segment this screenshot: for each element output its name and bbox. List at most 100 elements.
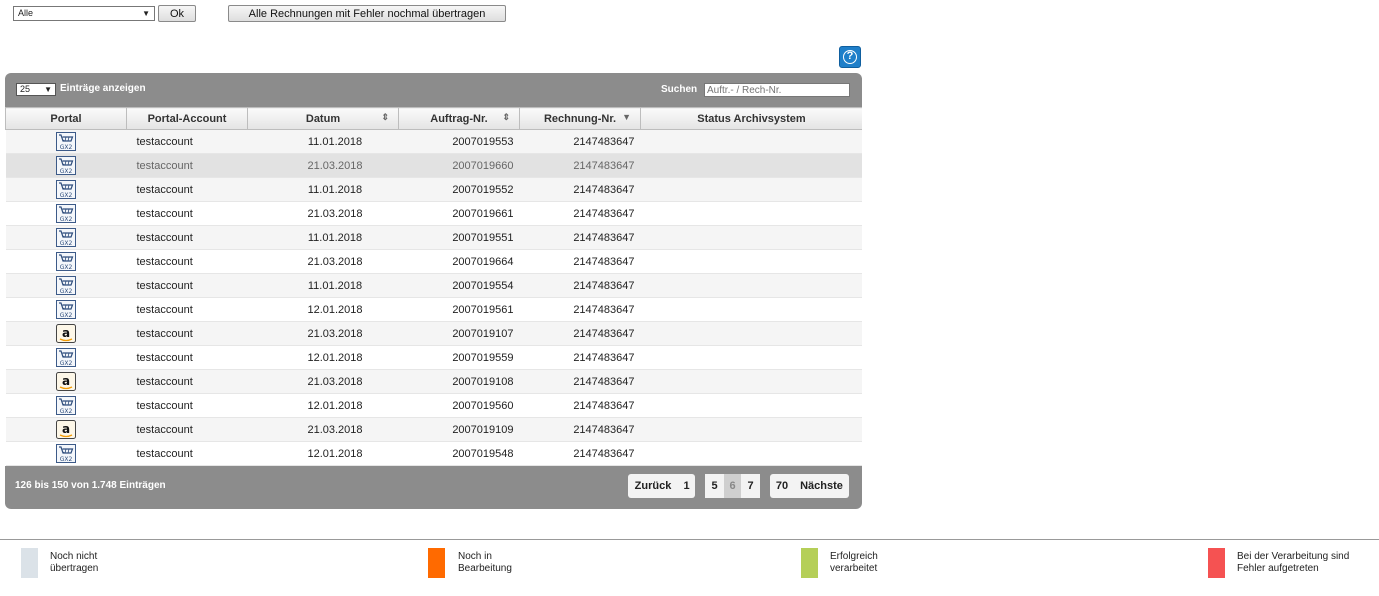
- svg-text:GX2: GX2: [60, 288, 73, 295]
- invoice-table-panel: 25 ▼ Einträge anzeigen Suchen Portal Por…: [5, 73, 862, 509]
- pagination-prev-button[interactable]: Zurück: [628, 474, 678, 498]
- table-row[interactable]: GX2 testaccount 21.03.2018 2007019661 214748…: [5, 201, 862, 226]
- date-cell: 11.01.2018: [247, 273, 399, 298]
- table-row[interactable]: GX2 testaccount 12.01.2018 2007019560 214748…: [5, 393, 862, 418]
- table-row[interactable]: GX2 testaccount 21.03.2018 2007019660 214748…: [5, 153, 862, 178]
- svg-text:GX2: GX2: [60, 216, 73, 223]
- archive-status-cell: [640, 153, 862, 178]
- invoice-number-cell: 2147483647: [519, 273, 641, 298]
- gx2-portal-icon: GX2: [56, 300, 76, 319]
- portal-cell: GX2: [5, 153, 127, 178]
- date-cell: 11.01.2018: [247, 177, 399, 202]
- invoice-number-cell: 2147483647: [519, 417, 641, 442]
- legend-label-error: Bei der Verarbeitung sind Fehler aufgetre…: [1237, 551, 1350, 574]
- column-header-invoice-number[interactable]: Rechnung-Nr. ▼: [519, 107, 641, 130]
- table-row[interactable]: GX2 testaccount 11.01.2018 2007019552 214748…: [5, 177, 862, 202]
- svg-text:GX2: GX2: [60, 312, 73, 319]
- gx2-portal-icon: GX2: [56, 276, 76, 295]
- gx2-portal-icon: GX2: [56, 444, 76, 463]
- portal-cell: a: [5, 369, 127, 394]
- archive-status-cell: [640, 273, 862, 298]
- table-row[interactable]: a testaccount 21.03.2018 2007019109 21474836…: [5, 417, 862, 442]
- amazon-portal-icon: a: [56, 372, 76, 391]
- table-row[interactable]: GX2 testaccount 21.03.2018 2007019664 214748…: [5, 249, 862, 274]
- order-number-cell: 2007019109: [398, 417, 520, 442]
- archive-status-cell: [640, 225, 862, 250]
- archive-status-cell: [640, 393, 862, 418]
- invoice-table: Portal Portal-Account Datum ⇕ Auftrag-Nr.…: [5, 107, 862, 466]
- portal-account-cell: testaccount: [126, 417, 248, 442]
- table-row[interactable]: GX2 testaccount 11.01.2018 2007019551 214748…: [5, 225, 862, 250]
- archive-status-cell: [640, 297, 862, 322]
- gx2-portal-icon: GX2: [56, 132, 76, 151]
- archive-status-cell: [640, 129, 862, 154]
- date-cell: 12.01.2018: [247, 393, 399, 418]
- column-header-order-number[interactable]: Auftrag-Nr. ⇕: [398, 107, 520, 130]
- table-row[interactable]: a testaccount 21.03.2018 2007019108 21474836…: [5, 369, 862, 394]
- svg-text:a: a: [62, 326, 70, 340]
- order-number-cell: 2007019560: [398, 393, 520, 418]
- table-row[interactable]: GX2 testaccount 12.01.2018 2007019559 214748…: [5, 345, 862, 370]
- portal-cell: GX2: [5, 201, 127, 226]
- svg-text:a: a: [62, 422, 70, 436]
- invoice-number-cell: 2147483647: [519, 321, 641, 346]
- search-input[interactable]: [704, 83, 850, 97]
- amazon-portal-icon: a: [56, 324, 76, 343]
- legend-swatch-in-progress: [428, 548, 445, 578]
- svg-text:GX2: GX2: [60, 456, 73, 463]
- table-row[interactable]: GX2 testaccount 12.01.2018 2007019561 214748…: [5, 297, 862, 322]
- entries-per-page-select[interactable]: 25 ▼: [16, 83, 56, 96]
- pagination-page-7[interactable]: 7: [741, 474, 760, 498]
- portal-filter-select[interactable]: Alle ▼: [13, 6, 155, 21]
- portal-account-cell: testaccount: [126, 441, 248, 466]
- column-header-archive-status[interactable]: Status Archivsystem: [640, 107, 862, 130]
- table-toolbar: 25 ▼ Einträge anzeigen Suchen: [5, 73, 862, 107]
- portal-account-cell: testaccount: [126, 249, 248, 274]
- entries-per-page-value: 25: [20, 84, 31, 94]
- invoice-number-cell: 2147483647: [519, 249, 641, 274]
- table-row[interactable]: a testaccount 21.03.2018 2007019107 21474836…: [5, 321, 862, 346]
- date-cell: 12.01.2018: [247, 441, 399, 466]
- archive-status-cell: [640, 345, 862, 370]
- search-label: Suchen: [661, 84, 698, 95]
- svg-text:GX2: GX2: [60, 192, 73, 199]
- legend-swatch-error: [1208, 548, 1225, 578]
- column-header-portal[interactable]: Portal: [5, 107, 127, 130]
- portal-cell: GX2: [5, 297, 127, 322]
- gx2-portal-icon: GX2: [56, 228, 76, 247]
- amazon-portal-icon: a: [56, 420, 76, 439]
- legend-label-in-progress: Noch in Bearbeitung: [458, 551, 512, 574]
- pagination-next-button[interactable]: Nächste: [794, 474, 849, 498]
- invoice-number-cell: 2147483647: [519, 297, 641, 322]
- svg-text:a: a: [62, 374, 70, 388]
- order-number-cell: 2007019548: [398, 441, 520, 466]
- table-row[interactable]: GX2 testaccount 11.01.2018 2007019554 214748…: [5, 273, 862, 298]
- order-number-cell: 2007019664: [398, 249, 520, 274]
- portal-filter-value: Alle: [18, 8, 34, 18]
- pagination-page-1[interactable]: 1: [678, 474, 695, 498]
- svg-text:GX2: GX2: [60, 168, 73, 175]
- table-row[interactable]: GX2 testaccount 12.01.2018 2007019548 214748…: [5, 441, 862, 466]
- pagination-page-70[interactable]: 70: [770, 474, 794, 498]
- portal-cell: GX2: [5, 129, 127, 154]
- portal-account-cell: testaccount: [126, 345, 248, 370]
- help-button[interactable]: ?: [839, 46, 861, 68]
- svg-text:GX2: GX2: [60, 240, 73, 247]
- pagination-page-5[interactable]: 5: [705, 474, 724, 498]
- table-row[interactable]: GX2 testaccount 11.01.2018 2007019553 214748…: [5, 129, 862, 154]
- date-cell: 21.03.2018: [247, 417, 399, 442]
- ok-button[interactable]: Ok: [158, 5, 196, 22]
- portal-cell: GX2: [5, 249, 127, 274]
- archive-status-cell: [640, 369, 862, 394]
- portal-account-cell: testaccount: [126, 297, 248, 322]
- retransmit-errors-button[interactable]: Alle Rechnungen mit Fehler nochmal übert…: [228, 5, 506, 22]
- column-header-date[interactable]: Datum ⇕: [247, 107, 399, 130]
- legend-label-processed: Erfolgreich verarbeitet: [830, 551, 878, 574]
- portal-account-cell: testaccount: [126, 177, 248, 202]
- order-number-cell: 2007019552: [398, 177, 520, 202]
- svg-text:GX2: GX2: [60, 144, 73, 151]
- column-header-portal-account[interactable]: Portal-Account: [126, 107, 248, 130]
- order-number-cell: 2007019553: [398, 129, 520, 154]
- portal-account-cell: testaccount: [126, 153, 248, 178]
- portal-cell: GX2: [5, 441, 127, 466]
